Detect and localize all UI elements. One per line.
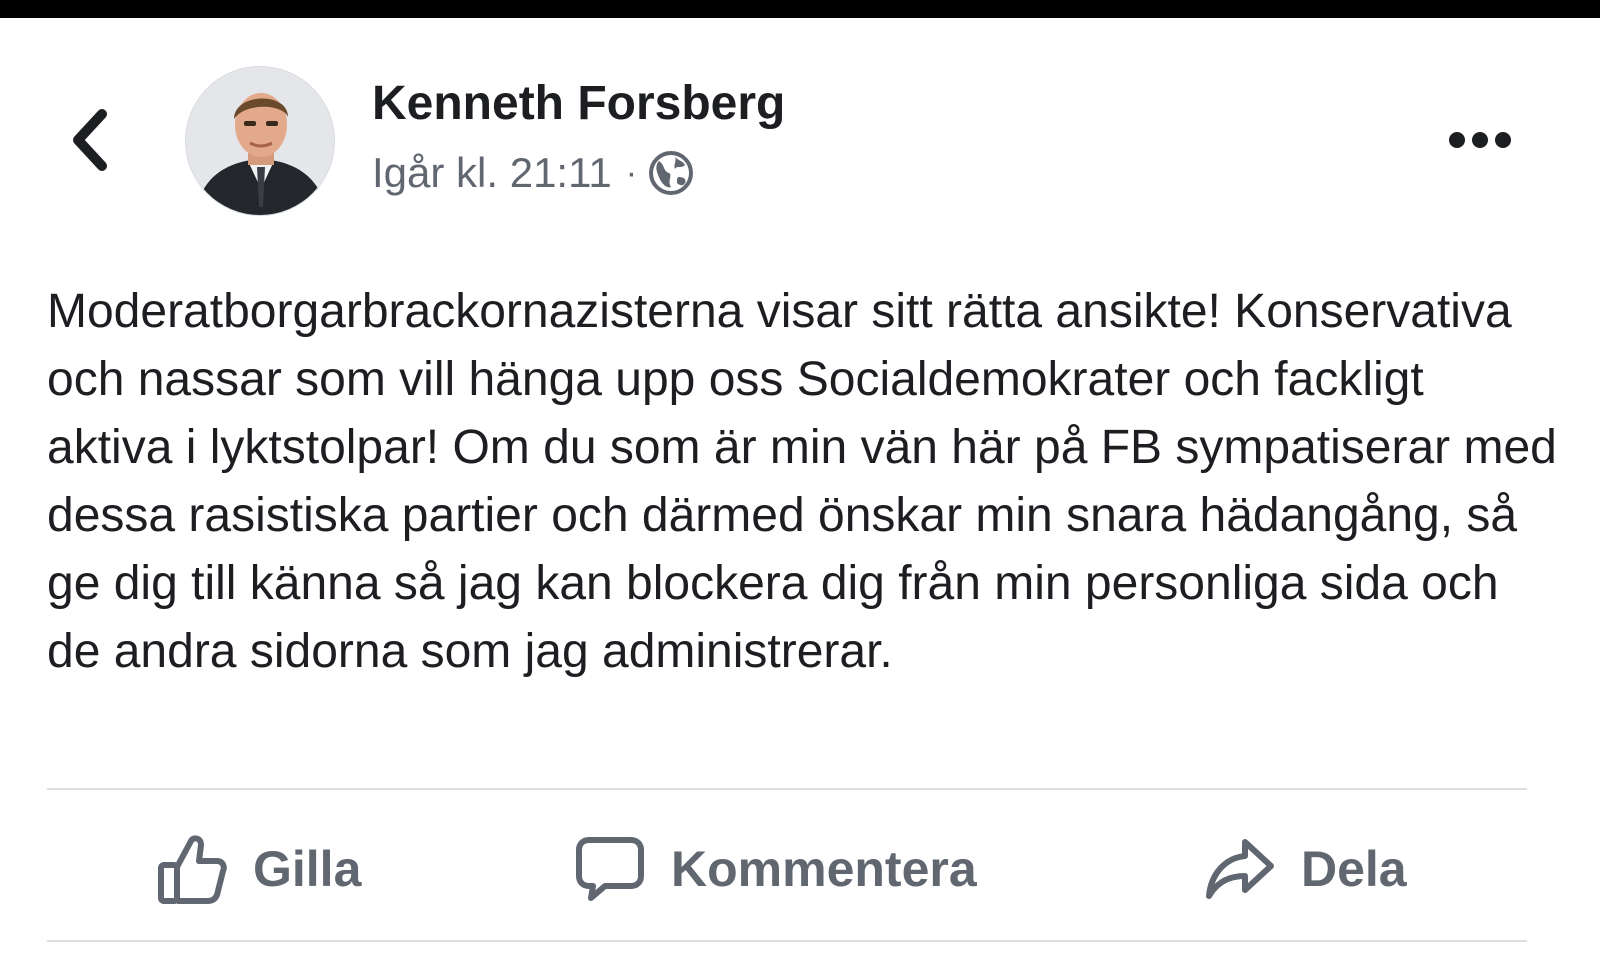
- share-button[interactable]: Dela: [1205, 808, 1407, 930]
- like-label: Gilla: [253, 841, 362, 897]
- speech-bubble-icon: [575, 834, 645, 904]
- post-text: Moderatborgarbrackornazisterna visar sit…: [47, 285, 1557, 678]
- chevron-left-icon: [73, 109, 107, 171]
- more-horizontal-icon: [1449, 132, 1511, 148]
- author-name[interactable]: Kenneth Forsberg: [372, 76, 785, 131]
- post-actions: Gilla Kommentera Dela: [47, 808, 1527, 930]
- divider: [47, 940, 1527, 942]
- post-timestamp[interactable]: Igår kl. 21:11: [372, 149, 612, 197]
- post-meta: Igår kl. 21:11 ·: [372, 145, 695, 201]
- divider: [47, 788, 1527, 790]
- thumbs-up-icon: [157, 833, 227, 905]
- share-arrow-icon: [1205, 836, 1275, 902]
- share-label: Dela: [1301, 841, 1407, 897]
- status-bar: [0, 0, 1600, 18]
- globe-icon: [647, 149, 695, 197]
- comment-button[interactable]: Kommentera: [575, 808, 977, 930]
- back-button[interactable]: [60, 100, 120, 180]
- profile-photo: [186, 67, 334, 215]
- more-options-button[interactable]: [1440, 118, 1520, 162]
- avatar[interactable]: [185, 66, 335, 216]
- like-button[interactable]: Gilla: [157, 808, 361, 930]
- meta-separator: ·: [625, 153, 638, 192]
- comment-label: Kommentera: [671, 841, 977, 897]
